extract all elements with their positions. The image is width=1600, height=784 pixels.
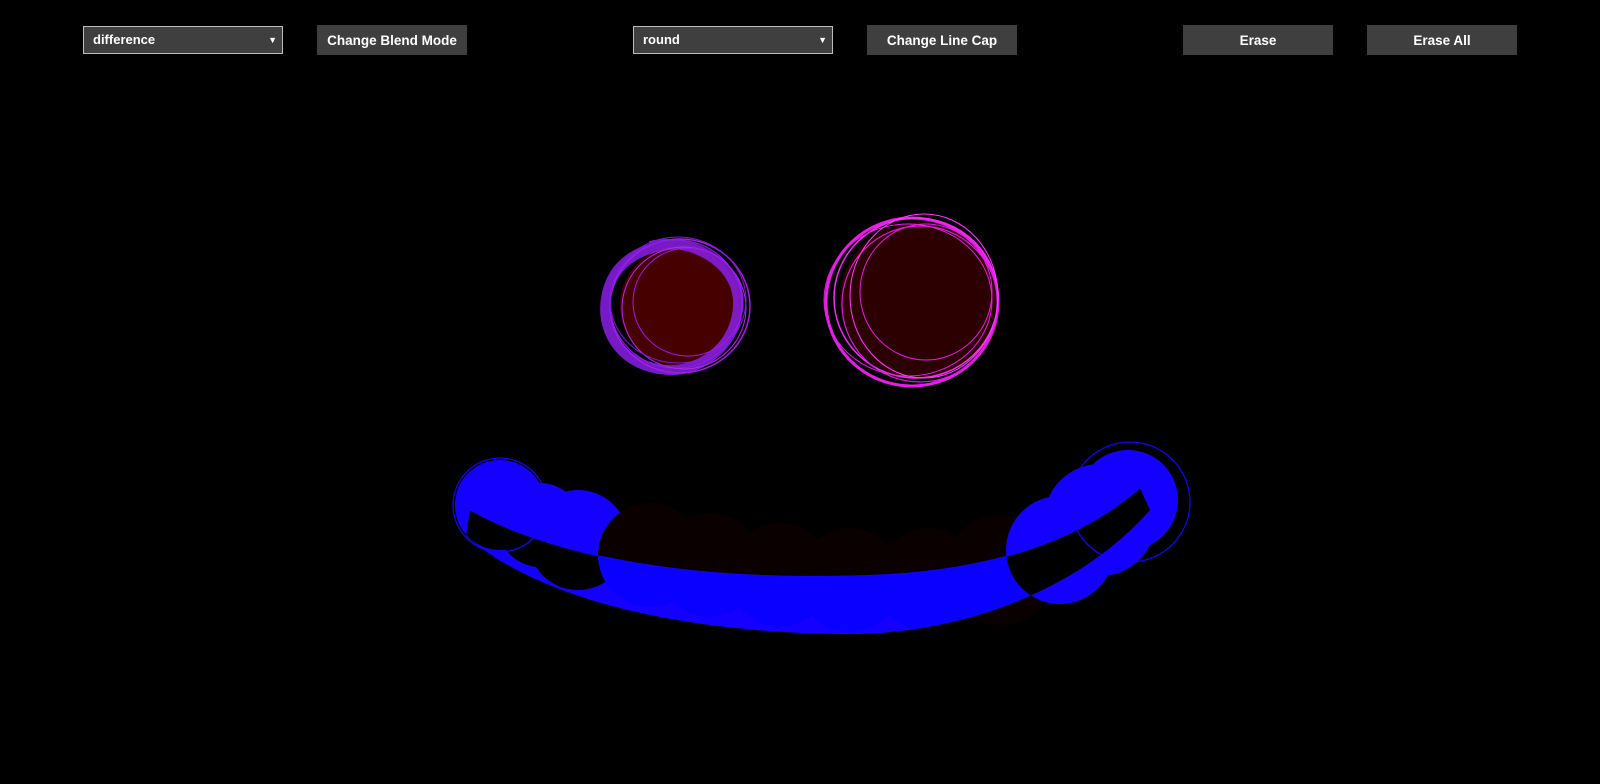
blend-mode-select[interactable]: difference ▼ (83, 26, 283, 54)
line-cap-select-value: round (643, 32, 680, 47)
erase-all-button[interactable]: Erase All (1367, 25, 1517, 55)
canvas-background (0, 0, 1600, 784)
drawing-canvas[interactable] (0, 0, 1600, 784)
erase-button[interactable]: Erase (1183, 25, 1333, 55)
mouth-circle (1078, 450, 1178, 550)
blend-mode-select-value: difference (93, 32, 156, 47)
caret-down-icon: ▼ (268, 35, 277, 45)
drawing-app: difference ▼ Change Blend Mode round ▼ C… (0, 0, 1600, 784)
line-cap-select[interactable]: round ▼ (633, 26, 833, 54)
right-eye-fill (840, 222, 996, 378)
change-line-cap-button[interactable]: Change Line Cap (867, 25, 1017, 55)
caret-down-icon: ▼ (818, 35, 827, 45)
change-blend-mode-button[interactable]: Change Blend Mode (317, 25, 467, 55)
